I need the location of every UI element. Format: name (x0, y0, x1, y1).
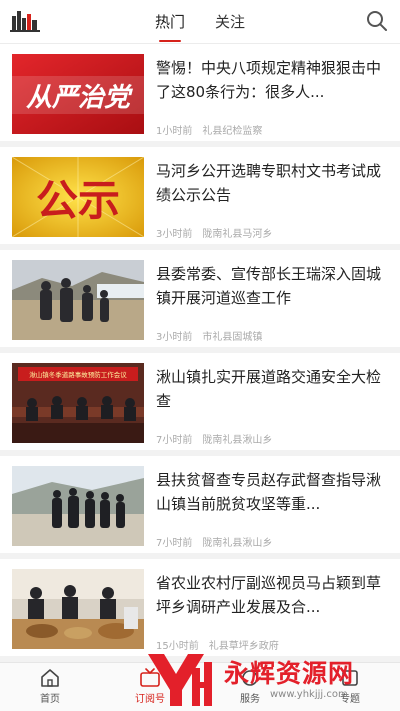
article-meta: 3小时前 陇南礼县马河乡 (156, 225, 272, 240)
article-list: 从严治党 警惕！中央八项规定精神狠狠击中了这80条行为：很多人... 1小时前礼… (0, 44, 400, 662)
top-bar: 热门 关注 (0, 0, 400, 44)
search-icon[interactable] (364, 8, 390, 34)
article-item[interactable]: 湫山镇冬季道路事故预防工作会议 湫山镇扎实开展道路交通安全大检查 7小时前 陇南礼… (0, 353, 400, 456)
article-time: 7小时前 (156, 435, 193, 446)
article-title[interactable]: 马河乡公开选聘专职村文书考试成绩公示公告 (156, 159, 388, 207)
article-thumbnail: 湫山镇冬季道路事故预防工作会议 (12, 363, 144, 443)
home-icon (41, 669, 59, 687)
article-thumbnail: 从严治党 (12, 54, 144, 134)
article-source: 市礼县固城镇 (202, 332, 263, 343)
article-title[interactable]: 县委常委、宣传部长王瑞深入固城镇开展河道巡查工作 (156, 262, 388, 310)
article-source: 陇南礼县湫山乡 (202, 435, 273, 446)
article-item[interactable]: 从严治党 警惕！中央八项规定精神狠狠击中了这80条行为：很多人... 1小时前礼… (0, 44, 400, 147)
tab-follow[interactable]: 关注 (211, 0, 249, 44)
article-thumbnail (12, 260, 144, 340)
article-meta: 7小时前 陇南礼县湫山乡 (156, 534, 272, 549)
article-thumbnail: 公示 (12, 157, 144, 237)
thumb-caption: 湫山镇冬季道路事故预防工作会议 (29, 370, 127, 379)
article-time: 7小时前 (156, 538, 193, 549)
article-thumbnail (12, 569, 144, 649)
article-item[interactable]: 县委常委、宣传部长王瑞深入固城镇开展河道巡查工作 3小时前 市礼县固城镇 (0, 250, 400, 353)
watermark-text: 永辉资源网 (224, 659, 355, 688)
watermark-url: www.yhkjjj.com (270, 689, 348, 700)
tab-hot[interactable]: 热门 (151, 0, 189, 44)
thumb-caption: 从严治党 (26, 83, 133, 113)
article-meta: 3小时前 市礼县固城镇 (156, 328, 262, 343)
article-item[interactable]: 公示 马河乡公开选聘专职村文书考试成绩公示公告 3小时前 陇南礼县马河乡 (0, 147, 400, 250)
article-source: 陇南礼县马河乡 (202, 229, 273, 240)
article-title[interactable]: 警惕！中央八项规定精神狠狠击中了这80条行为：很多人... (156, 56, 388, 104)
article-meta: 1小时前 礼县纪检监察 (156, 122, 262, 137)
thumb-caption: 公示 (36, 176, 120, 225)
watermark: 永辉资源网 www.yhkjjj.com (142, 648, 400, 711)
header-tabs: 热门 关注 (0, 0, 400, 44)
article-title[interactable]: 湫山镇扎实开展道路交通安全大检查 (156, 365, 388, 413)
watermark-logo-icon (148, 654, 212, 706)
nav-home-label: 首页 (40, 694, 60, 705)
article-title[interactable]: 省农业农村厅副巡视员马占颖到草坪乡调研产业发展及合... (156, 571, 388, 619)
nav-home[interactable]: 首页 (0, 663, 100, 711)
article-item[interactable]: 省农业农村厅副巡视员马占颖到草坪乡调研产业发展及合... 15小时前 礼县草坪乡政… (0, 559, 400, 662)
article-time: 3小时前 (156, 229, 193, 240)
article-time: 3小时前 (156, 332, 193, 343)
article-time: 1小时前 (156, 126, 193, 137)
article-title[interactable]: 县扶贫督查专员赵存武督查指导湫山镇当前脱贫攻坚等重... (156, 468, 388, 516)
article-meta: 7小时前 陇南礼县湫山乡 (156, 431, 272, 446)
article-item[interactable]: 县扶贫督查专员赵存武督查指导湫山镇当前脱贫攻坚等重... 7小时前 陇南礼县湫山乡 (0, 456, 400, 559)
article-thumbnail (12, 466, 144, 546)
article-source: 礼县纪检监察 (202, 126, 263, 137)
article-source: 陇南礼县湫山乡 (202, 538, 273, 549)
